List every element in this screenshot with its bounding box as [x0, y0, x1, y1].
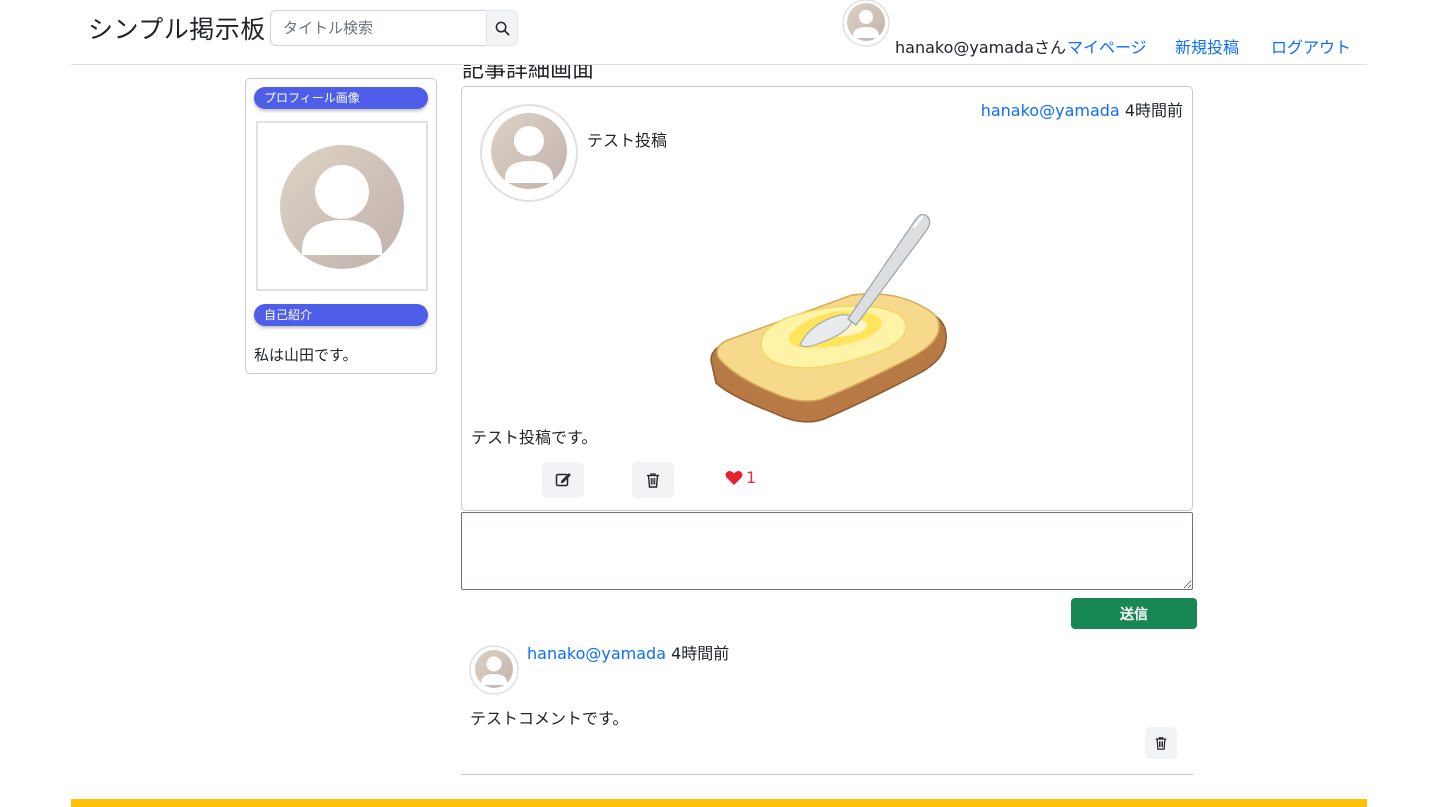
- post-card: テスト投稿 hanako@yamada 4時間前 テスト投稿です。 1: [461, 86, 1193, 511]
- profile-image-label: プロフィール画像: [254, 87, 428, 109]
- post-time: 4時間前: [1124, 101, 1183, 120]
- submit-comment-button[interactable]: 送信: [1071, 598, 1197, 629]
- like-count: 1: [746, 468, 757, 487]
- search-button[interactable]: [486, 10, 518, 46]
- post-meta: hanako@yamada 4時間前: [981, 97, 1183, 121]
- nav-new-post-link[interactable]: 新規投稿: [1175, 34, 1239, 58]
- header-divider: [71, 64, 1367, 65]
- post-body: テスト投稿です。: [471, 428, 598, 447]
- footer-bar: [71, 799, 1367, 807]
- comment-meta: hanako@yamada 4時間前: [527, 640, 729, 664]
- post-author-avatar[interactable]: [479, 103, 579, 203]
- edit-icon: [555, 473, 571, 487]
- comment-divider: [461, 774, 1193, 775]
- comment-time: 4時間前: [671, 644, 730, 663]
- profile-sidebar: プロフィール画像 自己紹介 私は山田です。: [245, 78, 437, 374]
- comment-author-avatar[interactable]: [469, 645, 519, 695]
- user-avatar[interactable]: [841, 0, 891, 48]
- edit-post-button[interactable]: [542, 462, 584, 498]
- delete-post-button[interactable]: [632, 462, 674, 498]
- post-title: テスト投稿: [587, 131, 668, 150]
- search-input[interactable]: [270, 10, 486, 46]
- site-brand[interactable]: シンプル掲示板: [88, 10, 266, 46]
- trash-icon: [1155, 737, 1167, 750]
- profile-image: [256, 121, 428, 291]
- search-icon: [495, 21, 509, 35]
- bio-label: 自己紹介: [254, 304, 428, 326]
- like-button[interactable]: 1: [725, 468, 756, 487]
- comment-body: テストコメントです。: [470, 709, 629, 728]
- post-image: [702, 207, 952, 427]
- bio-text: 私は山田です。: [254, 346, 358, 364]
- page-title: 記事詳細画面: [462, 58, 595, 83]
- current-user-label: hanako@yamadaさん: [895, 38, 1067, 57]
- trash-icon: [647, 473, 659, 488]
- nav-logout-link[interactable]: ログアウト: [1271, 34, 1351, 58]
- comment-author-link[interactable]: hanako@yamada: [527, 644, 666, 663]
- heart-icon: [725, 470, 743, 485]
- post-author-link[interactable]: hanako@yamada: [981, 101, 1120, 120]
- comment-textarea[interactable]: [461, 512, 1193, 590]
- nav-mypage-link[interactable]: マイページ: [1067, 34, 1147, 58]
- delete-comment-button[interactable]: [1145, 727, 1177, 759]
